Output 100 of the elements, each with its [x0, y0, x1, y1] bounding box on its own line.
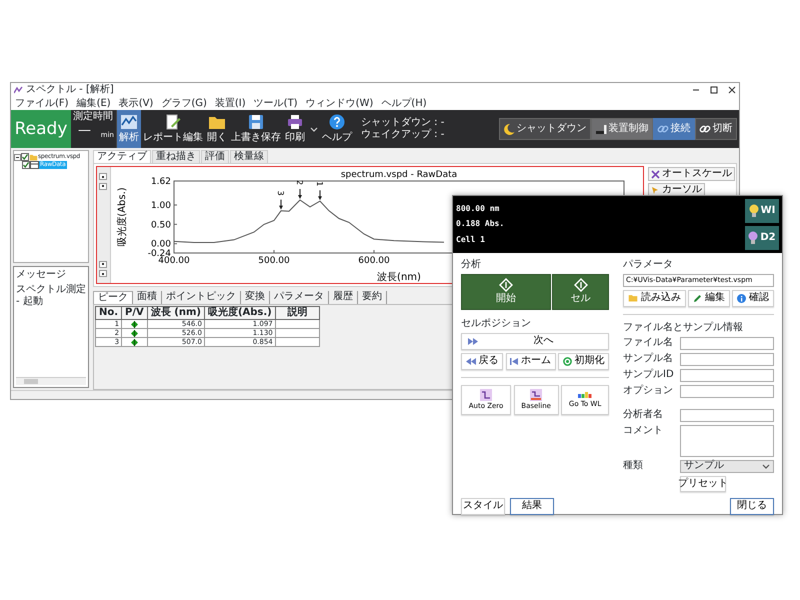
- timer-label: 測定時間: [73, 111, 114, 123]
- menu-item[interactable]: 表示(V): [118, 98, 154, 110]
- device-button[interactable]: 切断: [694, 118, 736, 140]
- link-icon: [656, 123, 668, 135]
- folder-icon: [29, 154, 38, 160]
- readout-text: 0.188 Abs.: [456, 219, 504, 230]
- tab[interactable]: アクティブ: [93, 150, 151, 163]
- dialog-button[interactable]: 結果: [510, 498, 554, 514]
- fast-forward-icon: [468, 338, 478, 344]
- tab[interactable]: 評価: [201, 150, 229, 163]
- comment-field[interactable]: [680, 424, 774, 456]
- chart-icon: [120, 114, 138, 130]
- column-header: 吸光度(Abs.): [204, 306, 276, 320]
- start-button[interactable]: 開始: [461, 274, 551, 310]
- step-icon: [480, 388, 492, 401]
- peak-label: 2: [295, 180, 304, 186]
- peak-label: 1: [315, 181, 324, 186]
- schedule-text: ウェイクアップ : -: [361, 129, 446, 141]
- checkbox[interactable]: [22, 161, 30, 169]
- status-indicator: Ready: [11, 110, 71, 148]
- window-title: スペクトル - [解析]: [26, 84, 114, 96]
- readout-text: Cell 1: [456, 234, 486, 244]
- tab[interactable]: 重ね描き: [152, 150, 200, 163]
- table-icon: [30, 161, 39, 169]
- lamp-button[interactable]: D2: [745, 226, 779, 250]
- tab[interactable]: ピーク: [93, 291, 133, 304]
- horizontal-scrollbar[interactable]: [16, 377, 86, 385]
- parameter-button[interactable]: 確認: [732, 290, 774, 306]
- collapse-icon[interactable]: [14, 154, 21, 160]
- input-field[interactable]: [680, 408, 774, 422]
- device-button[interactable]: シャットダウン: [498, 118, 590, 140]
- menu-item[interactable]: ウィンドウ(W): [306, 98, 374, 110]
- checkbox[interactable]: [21, 153, 29, 161]
- axis-tick-label: 1.00: [150, 201, 171, 211]
- input-field[interactable]: [680, 368, 774, 382]
- chart-title: spectrum.vspd - RawData: [340, 170, 458, 180]
- peak-arrow: [318, 190, 322, 200]
- chevron-down-icon[interactable]: [310, 126, 318, 132]
- column-header: No.: [96, 306, 122, 320]
- field-label: ファイル名: [623, 337, 674, 349]
- peak-arrow: [298, 188, 302, 199]
- peak-marker-icon: [130, 320, 138, 328]
- column-header: P/V: [122, 306, 148, 320]
- section-title: ファイル名とサンプル情報: [623, 322, 744, 334]
- axis-tick-label: 1.62: [150, 177, 171, 187]
- peak-arrow: [279, 199, 283, 210]
- section-title: 分析: [461, 258, 482, 270]
- folder-icon: [208, 114, 226, 130]
- lamp-button[interactable]: WI: [745, 199, 779, 223]
- toolbar-button[interactable]: 開く: [205, 110, 229, 148]
- toolbar-button[interactable]: レポート編集: [141, 110, 205, 148]
- diamond-icon: [499, 278, 513, 292]
- field-label: サンプル名: [623, 353, 674, 365]
- peak-marker-icon: [130, 330, 138, 336]
- spectrum-icon: [578, 390, 592, 399]
- position-button[interactable]: ホーム: [506, 352, 556, 370]
- chevron-down-icon: [762, 464, 770, 468]
- peak-marker-icon: [130, 338, 138, 346]
- input-field[interactable]: [680, 336, 774, 350]
- input-field[interactable]: [680, 352, 774, 366]
- parameter-button[interactable]: 編集: [688, 290, 730, 306]
- start-button[interactable]: セル: [552, 274, 609, 310]
- message-text: スペクトル測定 - 起動: [16, 284, 86, 308]
- type-dropdown[interactable]: サンプル: [680, 460, 774, 472]
- close-icon: [728, 86, 736, 94]
- dialog-button[interactable]: 閉じる: [730, 498, 774, 514]
- next-button[interactable]: 次へ: [461, 332, 609, 350]
- menu-item[interactable]: ヘルプ(H): [381, 98, 427, 110]
- toolbar-button[interactable]: ヘルプ: [320, 110, 354, 148]
- section-title: セルポジション: [461, 318, 532, 330]
- menu-item[interactable]: ファイル(F): [15, 98, 69, 110]
- toolbar-button[interactable]: 上書き保存: [229, 110, 283, 148]
- section-title: パラメータ: [623, 258, 674, 270]
- device-button[interactable]: 接続: [652, 118, 694, 140]
- parameter-button[interactable]: 読み込み: [623, 290, 686, 306]
- step-icon: [530, 388, 542, 401]
- axis-tick-label: 500.00: [258, 256, 290, 266]
- device-button[interactable]: 装置制御: [590, 118, 652, 140]
- graph-button[interactable]: オートスケール: [648, 167, 735, 181]
- menu-item[interactable]: 装置(I): [214, 98, 246, 110]
- field-label: サンプルID: [623, 369, 675, 381]
- tab[interactable]: 検量線: [230, 150, 268, 163]
- position-button[interactable]: 戻る: [461, 352, 503, 370]
- timer-value: —: [78, 123, 91, 139]
- dialog-button[interactable]: スタイル: [461, 498, 505, 514]
- field-label: 種類: [623, 460, 644, 472]
- toolbar-button[interactable]: 印刷: [283, 110, 307, 148]
- maximize-icon: [710, 86, 718, 94]
- toolbar-button[interactable]: 解析: [117, 110, 141, 148]
- save-icon: [248, 114, 264, 130]
- schedule-text: シャットダウン : -: [361, 117, 446, 128]
- position-button[interactable]: 初期化: [558, 352, 609, 370]
- menu-item[interactable]: ツール(T): [254, 98, 298, 110]
- menu-item[interactable]: 編集(E): [76, 98, 111, 110]
- readout-text: 800.00 nm: [456, 204, 500, 214]
- menu-item[interactable]: グラフ(G): [161, 98, 207, 110]
- axis-tick-label: 0.50: [150, 220, 171, 230]
- axis-title: 波長(nm): [377, 272, 421, 283]
- preset-button[interactable]: プリセット: [680, 476, 726, 492]
- input-field[interactable]: [680, 384, 774, 398]
